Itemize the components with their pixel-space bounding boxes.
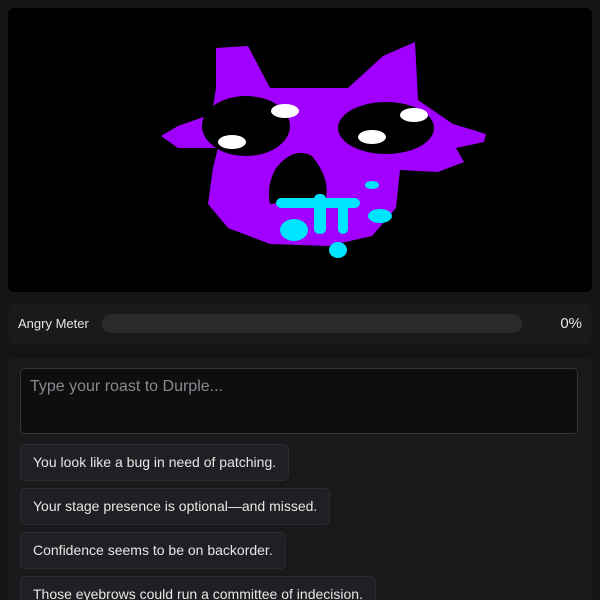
roast-panel: You look like a bug in need of patching.…: [8, 358, 592, 600]
suggestion-chip[interactable]: Those eyebrows could run a committee of …: [20, 576, 376, 600]
angry-meter-track: [102, 314, 522, 333]
eye-glint: [218, 135, 246, 149]
suggestion-row: Confidence seems to be on backorder.: [20, 532, 580, 576]
angry-meter-label: Angry Meter: [18, 316, 89, 331]
character-stage: [8, 8, 592, 292]
angry-meter: Angry Meter 0%: [8, 304, 592, 344]
durple-character: [161, 42, 486, 258]
suggestion-row: Your stage presence is optional—and miss…: [20, 488, 580, 532]
suggestion-row: Those eyebrows could run a committee of …: [20, 576, 580, 600]
angry-meter-value: 0%: [560, 315, 582, 332]
roast-input[interactable]: [20, 368, 578, 434]
app-root: Angry Meter 0% You look like a bug in ne…: [0, 0, 600, 600]
suggestion-chip[interactable]: You look like a bug in need of patching.: [20, 444, 290, 481]
left-eye: [202, 96, 290, 156]
eye-glint: [358, 130, 386, 144]
suggestion-chip[interactable]: Your stage presence is optional—and miss…: [20, 488, 331, 525]
roast-suggestions: You look like a bug in need of patching.…: [20, 444, 580, 600]
eye-glint: [400, 108, 428, 122]
suggestion-row: You look like a bug in need of patching.: [20, 444, 580, 488]
suggestion-chip[interactable]: Confidence seems to be on backorder.: [20, 532, 286, 569]
eye-glint: [271, 104, 299, 118]
